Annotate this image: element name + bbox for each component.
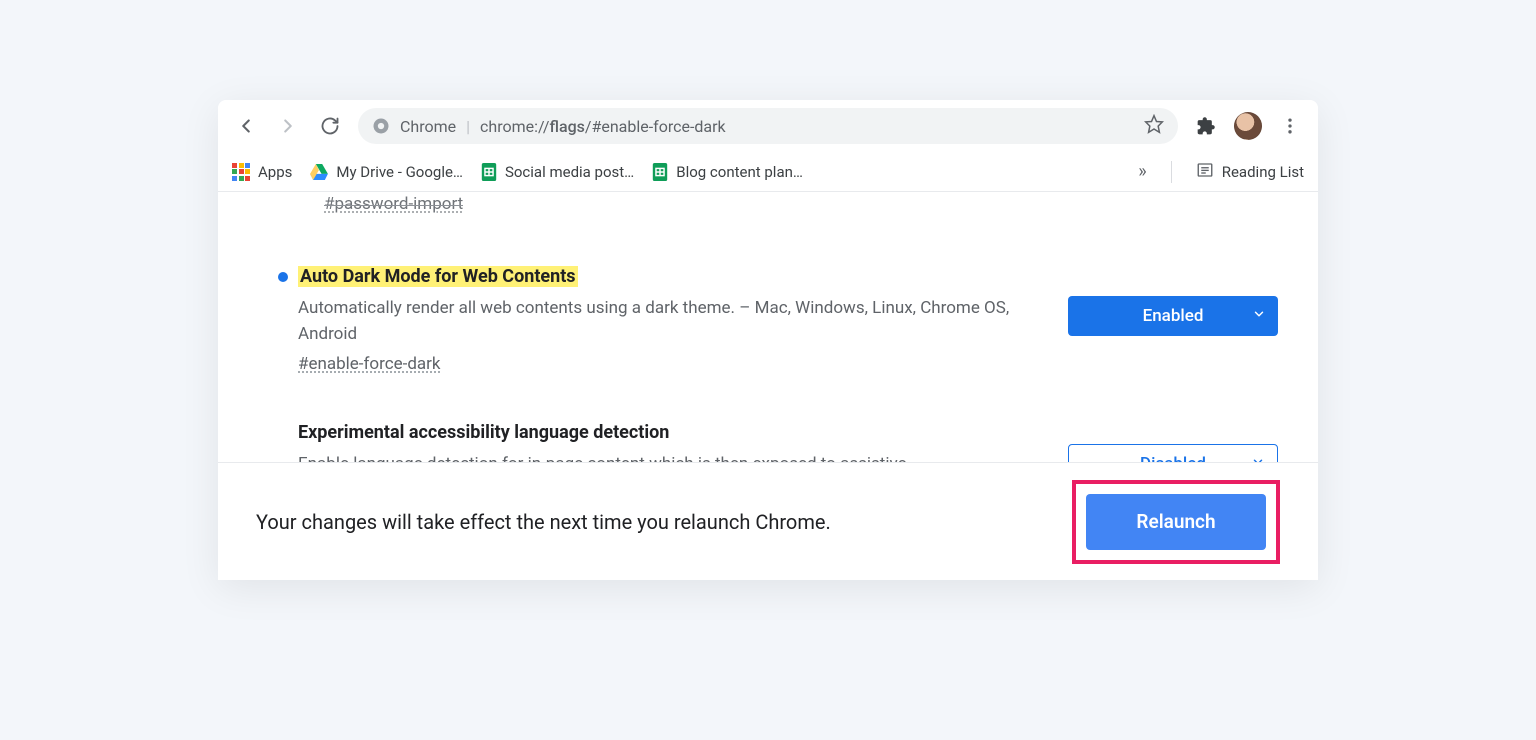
toolbar: Chrome | chrome://flags/#enable-force-da… [218, 100, 1318, 152]
chrome-icon [372, 117, 390, 135]
kebab-menu-icon[interactable] [1276, 112, 1304, 140]
flag-title: Auto Dark Mode for Web Contents [298, 266, 578, 287]
omnibox-divider: | [466, 117, 470, 136]
address-bar[interactable]: Chrome | chrome://flags/#enable-force-da… [358, 108, 1178, 144]
apps-shortcut[interactable]: Apps [232, 163, 292, 181]
bookmarks-bar: Apps My Drive - Google… Social media pos… [218, 152, 1318, 192]
relaunch-message: Your changes will take effect the next t… [256, 510, 831, 534]
bookmark-star-icon[interactable] [1144, 114, 1164, 138]
apps-label: Apps [258, 163, 292, 181]
extensions-icon[interactable] [1192, 112, 1220, 140]
browser-window: Chrome | chrome://flags/#enable-force-da… [218, 100, 1318, 580]
relaunch-footer: Your changes will take effect the next t… [218, 462, 1318, 580]
forward-button[interactable] [274, 112, 302, 140]
bookmark-my-drive[interactable]: My Drive - Google… [310, 163, 463, 181]
flag-state-value: Disabled [1140, 454, 1206, 462]
back-button[interactable] [232, 112, 260, 140]
relaunch-button-label: Relaunch [1136, 510, 1215, 533]
flag-anchor[interactable]: #enable-force-dark [298, 354, 441, 374]
bookmarks-separator [1171, 161, 1172, 183]
bookmark-blog-content[interactable]: Blog content plan… [652, 163, 803, 181]
reload-button[interactable] [316, 112, 344, 140]
bookmark-label: My Drive - Google… [336, 163, 463, 181]
relaunch-highlight-box: Relaunch [1072, 480, 1280, 564]
apps-grid-icon [232, 163, 250, 181]
bookmark-social-media[interactable]: Social media post… [481, 163, 634, 181]
drive-icon [310, 164, 328, 180]
flag-accessibility-language: Experimental accessibility language dete… [278, 422, 1278, 462]
site-label: Chrome [400, 117, 456, 136]
flag-anchor-truncated[interactable]: #password-import [324, 194, 463, 214]
flag-state-value: Enabled [1143, 306, 1204, 326]
sheets-icon [652, 163, 668, 181]
url-text: chrome://flags/#enable-force-dark [480, 117, 726, 136]
flag-description: Automatically render all web contents us… [298, 295, 1018, 348]
flag-auto-dark-mode: Auto Dark Mode for Web Contents Automati… [278, 266, 1278, 374]
chevron-down-icon [1251, 454, 1265, 462]
bookmarks-overflow-icon[interactable]: » [1138, 161, 1146, 182]
relaunch-button[interactable]: Relaunch [1086, 494, 1266, 550]
bookmark-label: Blog content plan… [676, 163, 803, 181]
chevron-down-icon [1252, 306, 1266, 326]
flag-state-select[interactable]: Disabled [1068, 444, 1278, 462]
flag-state-select[interactable]: Enabled [1068, 296, 1278, 336]
reading-list-button[interactable]: Reading List [1196, 161, 1304, 183]
reading-list-label: Reading List [1222, 163, 1304, 181]
reading-list-icon [1196, 161, 1214, 183]
profile-avatar[interactable] [1234, 112, 1262, 140]
flags-content: #password-import Auto Dark Mode for Web … [218, 192, 1318, 462]
bookmark-label: Social media post… [505, 163, 634, 181]
flag-description: Enable language detection for in-page co… [298, 451, 1018, 462]
sheets-icon [481, 163, 497, 181]
flag-title: Experimental accessibility language dete… [298, 422, 669, 443]
modified-dot-icon [278, 272, 288, 282]
